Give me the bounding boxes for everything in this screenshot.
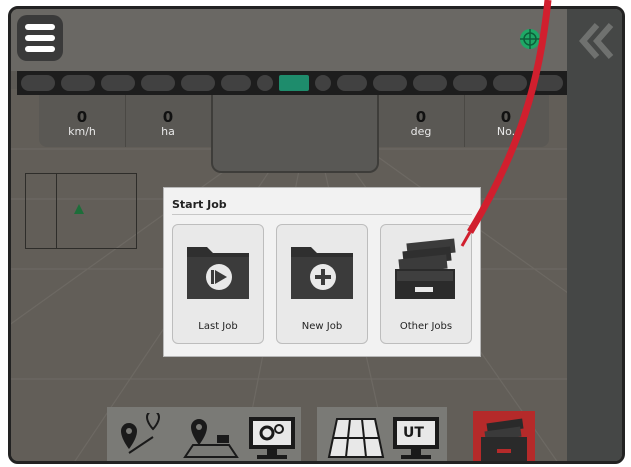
field-location-icon[interactable] — [181, 413, 241, 463]
gps-globe-icon[interactable] — [518, 27, 542, 51]
route-points-icon[interactable] — [111, 413, 171, 463]
right-side-panel — [567, 9, 622, 461]
job-drawer-icon — [481, 418, 527, 461]
vehicle-arrow-icon — [74, 204, 84, 214]
grid-map-icon[interactable] — [325, 413, 385, 463]
lightbar — [17, 71, 567, 95]
speed-metric: 0 km/h — [39, 95, 126, 147]
job-drawer-button[interactable] — [473, 411, 535, 461]
dialog-title: Start Job — [172, 198, 227, 211]
ut-label: UT — [403, 425, 424, 441]
mini-map[interactable] — [25, 173, 137, 249]
other-jobs-button[interactable]: Other Jobs — [380, 224, 472, 344]
lightbar-center-led — [279, 75, 309, 91]
area-metric: 0 ha — [125, 95, 212, 147]
device-screen: 0 km/h 0 ha 0 deg 0 No. Start Job Last J… — [8, 6, 625, 464]
new-job-button[interactable]: New Job — [276, 224, 368, 344]
file-drawer-icon — [395, 238, 456, 299]
center-tab[interactable] — [211, 95, 379, 173]
last-job-button[interactable]: Last Job — [172, 224, 264, 344]
start-job-dialog: Start Job Last Job New Job Other Jobs — [163, 187, 481, 357]
heading-metric: 0 deg — [377, 95, 465, 147]
settings-monitor-icon[interactable] — [247, 413, 299, 463]
double-chevron-left-icon[interactable] — [571, 17, 619, 65]
menu-button[interactable] — [17, 15, 63, 61]
folder-play-icon — [187, 247, 249, 299]
count-metric: 0 No. — [496, 108, 516, 138]
folder-add-icon — [291, 247, 353, 299]
ut-monitor-button[interactable]: UT — [391, 413, 443, 461]
